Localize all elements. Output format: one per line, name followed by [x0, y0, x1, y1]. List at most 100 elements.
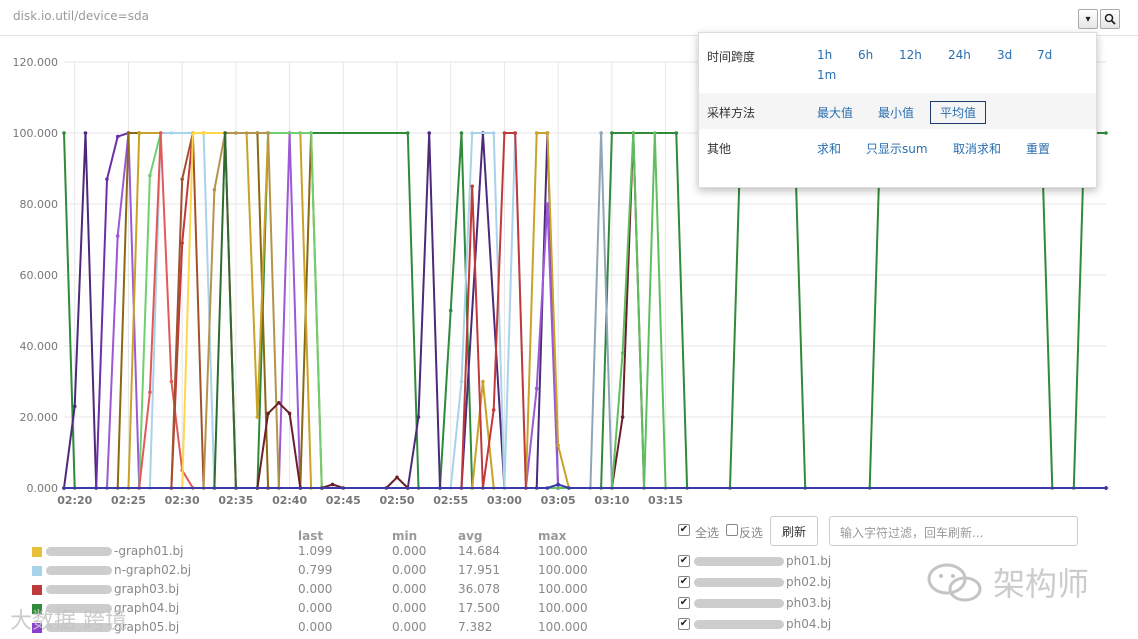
invert-checkbox[interactable] [726, 524, 738, 536]
stat-min: 0.000 [392, 544, 427, 558]
x-tick-label: 02:25 [111, 494, 146, 507]
data-point [72, 404, 77, 409]
other-option-reset[interactable]: 重置 [1026, 140, 1050, 157]
other-option-show-sum-only[interactable]: 只显示sum [866, 140, 928, 157]
host-checkbox[interactable]: ✔ [678, 555, 690, 567]
zoom-button[interactable] [1100, 9, 1120, 29]
host-checkbox[interactable]: ✔ [678, 597, 690, 609]
host-row[interactable]: ✔ ph04.bj [676, 616, 876, 636]
sampling-option-avg[interactable]: 平均值 [930, 101, 987, 124]
stat-max: 100.000 [538, 601, 588, 615]
data-point [620, 415, 625, 419]
series-name: n-graph02.bj [46, 563, 191, 577]
data-point [180, 177, 184, 181]
stat-last: 0.000 [298, 620, 333, 634]
stat-last: 0.000 [298, 582, 333, 596]
time-span-option-3d[interactable]: 3d [997, 48, 1012, 62]
series-color-swatch [32, 566, 42, 576]
host-row[interactable]: ✔ ph03.bj [676, 595, 876, 615]
data-point [148, 390, 152, 394]
refresh-button[interactable]: 刷新 [770, 516, 818, 546]
data-point [459, 379, 464, 384]
host-checkbox[interactable]: ✔ [678, 618, 690, 630]
data-point [653, 131, 657, 135]
y-tick-label: 20.000 [20, 411, 59, 424]
host-name-text: ph01.bj [786, 554, 832, 568]
x-tick-label: 03:00 [487, 494, 522, 507]
other-row: 其他 求和 只显示sum 取消求和 重置 [699, 129, 1096, 165]
data-point [416, 415, 421, 419]
series-line-2 [64, 132, 140, 489]
series-color-swatch [32, 547, 42, 557]
data-point [115, 234, 120, 238]
host-name-text: ph02.bj [786, 575, 832, 589]
data-point [223, 131, 227, 135]
host-row[interactable]: ✔ ph01.bj [676, 553, 876, 573]
filter-bar: ✔ 全选 反选 刷新 输入字符过滤，回车刷新... [676, 516, 1096, 548]
x-tick-label: 02:55 [433, 494, 468, 507]
time-span-option-12h[interactable]: 12h [899, 48, 922, 62]
time-span-option-1m[interactable]: 1m [817, 68, 836, 82]
data-point [287, 411, 292, 416]
series-name-text: -graph01.bj [114, 544, 184, 558]
data-point [191, 131, 195, 135]
host-name: ph01.bj [694, 554, 831, 568]
stat-avg: 36.078 [458, 582, 500, 596]
series-name-text: graph03.bj [114, 582, 180, 596]
stat-last: 0.799 [298, 563, 333, 577]
data-point [1104, 486, 1108, 490]
select-all-checkbox[interactable]: ✔ [678, 524, 690, 536]
series-line-17 [64, 483, 1106, 489]
y-tick-label: 0.000 [27, 482, 59, 495]
data-point [62, 131, 66, 135]
wechat-icon [927, 563, 982, 602]
host-checkbox[interactable]: ✔ [678, 576, 690, 588]
x-tick-label: 02:40 [272, 494, 307, 507]
dropdown-toggle-button[interactable]: ▾ [1078, 9, 1098, 29]
data-point [459, 131, 464, 135]
filter-input[interactable]: 输入字符过滤，回车刷新... [829, 516, 1078, 546]
sampling-row: 采样方法 最大值 最小值 平均值 [699, 93, 1096, 129]
search-icon [1104, 13, 1116, 25]
options-popup: 时间跨度 1h 6h 12h 24h 3d 7d 1m 采样方法 最大值 最小值… [698, 32, 1097, 188]
stat-max: 100.000 [538, 544, 588, 558]
other-option-cancel-sum[interactable]: 取消求和 [953, 140, 1001, 157]
data-point [545, 131, 550, 135]
host-name: ph03.bj [694, 596, 831, 610]
time-span-option-1h[interactable]: 1h [817, 48, 832, 62]
sampling-label: 采样方法 [707, 106, 756, 120]
data-point [309, 131, 313, 135]
data-point [427, 131, 432, 135]
x-tick-label: 02:45 [326, 494, 361, 507]
redacted-text [46, 547, 112, 556]
host-name-text: ph04.bj [786, 617, 832, 631]
data-point [234, 131, 238, 135]
host-row[interactable]: ✔ ph02.bj [676, 574, 876, 594]
x-tick-label: 02:35 [218, 494, 253, 507]
select-all-label: 全选 [695, 526, 720, 540]
stats-header-max: max [538, 529, 567, 543]
stats-row: -graph01.bj 1.099 0.000 14.684 100.000 [0, 544, 600, 563]
data-point [148, 173, 152, 178]
page-title: disk.io.util/device=sda [13, 9, 149, 23]
data-point [115, 134, 120, 139]
other-option-sum[interactable]: 求和 [817, 140, 841, 157]
time-span-option-7d[interactable]: 7d [1037, 48, 1052, 62]
data-point [491, 408, 496, 412]
series-color-swatch [32, 585, 42, 595]
stat-max: 100.000 [538, 582, 588, 596]
series-name-text: n-graph02.bj [114, 563, 192, 577]
sampling-option-max[interactable]: 最大值 [817, 104, 853, 121]
other-label: 其他 [707, 142, 732, 156]
invert-label: 反选 [739, 526, 764, 540]
time-span-option-24h[interactable]: 24h [948, 48, 971, 62]
sampling-option-min[interactable]: 最小值 [878, 104, 914, 121]
data-point [448, 308, 453, 313]
data-point [169, 131, 174, 135]
stat-avg: 17.951 [458, 563, 500, 577]
stat-last: 0.000 [298, 601, 333, 615]
time-span-row: 时间跨度 1h 6h 12h 24h 3d 7d 1m [699, 33, 1096, 93]
time-span-option-6h[interactable]: 6h [858, 48, 873, 62]
data-point [502, 131, 507, 135]
stat-min: 0.000 [392, 601, 427, 615]
